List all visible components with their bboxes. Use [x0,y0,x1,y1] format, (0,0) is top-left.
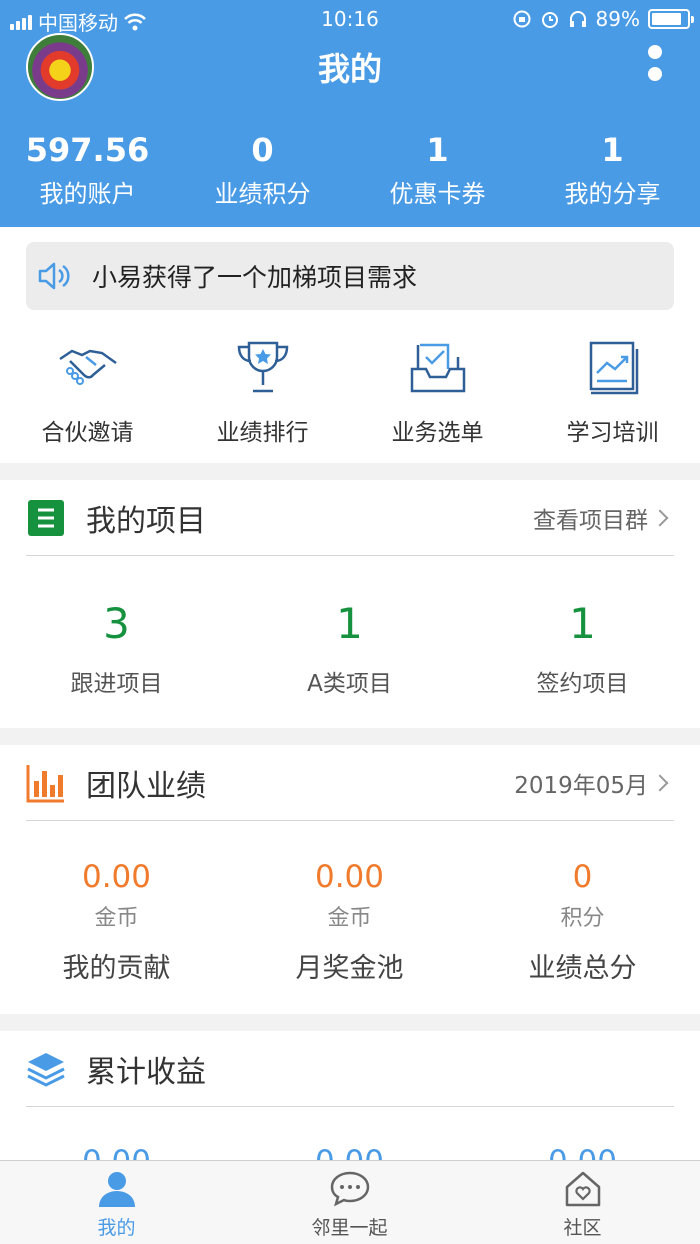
header: 中国移动 10:16 89% 我的 597.56 我的账户 0 业绩积分 1 优… [0,0,700,227]
metric-value: 0.00 [81,859,152,895]
project-count: 1 [569,599,596,648]
action-ranking[interactable]: 业绩排行 [175,335,350,447]
person-icon [98,1172,135,1207]
more-options-icon[interactable] [648,45,664,85]
tab-label: 邻里一起 [311,1217,388,1239]
earning-item: 0.00 [466,1143,699,1161]
quick-actions-card: 小易获得了一个加梯项目需求 合伙邀请 业绩排行 业务选单 学习培训 [0,227,700,463]
notice-text: 小易获得了一个加梯项目需求 [92,263,418,292]
action-label: 学习培训 [566,420,659,446]
project-class-a[interactable]: 1 A类项目 [233,598,466,698]
stat-value: 1 [426,131,449,169]
section-header: 我的项目 查看项目群 [26,480,674,556]
action-label: 业绩排行 [216,420,309,446]
team-bonus-pool: 0.00 金币 月奖金池 [233,858,466,985]
stat-shares[interactable]: 1 我的分享 [525,130,700,209]
handshake-icon [58,349,117,385]
stat-points[interactable]: 0 业绩积分 [175,130,350,209]
headphones-icon [569,11,586,27]
team-contribution: 0.00 金币 我的贡献 [0,858,233,985]
action-label: 合伙邀请 [41,420,134,446]
metric-label: 业绩总分 [528,953,637,984]
section-title: 团队业绩 [86,768,206,804]
earning-item: 0.00 [0,1143,233,1161]
tab-neighbors[interactable]: 邻里一起 [233,1161,466,1244]
earning-value: 0.00 [466,1143,699,1161]
period-text: 2019年05月 [514,772,648,799]
stat-coupons[interactable]: 1 优惠卡券 [350,130,525,209]
earning-item: 0.00 [233,1143,466,1161]
project-count: 3 [103,599,130,648]
notice-bar[interactable]: 小易获得了一个加梯项目需求 [26,242,674,310]
metric-label: 我的贡献 [62,953,171,984]
earning-value: 0.00 [0,1143,233,1161]
project-label: A类项目 [307,671,392,697]
earnings-section: 累计收益 0.00 0.00 0.00 [0,1031,700,1161]
my-projects-section: 我的项目 查看项目群 3 跟进项目 1 A类项目 1 签约项目 [0,480,700,728]
metric-label: 月奖金池 [295,953,404,984]
action-training[interactable]: 学习培训 [525,335,700,447]
chart-book-icon [589,341,638,395]
earning-value: 0.00 [233,1143,466,1161]
battery-icon [648,9,694,29]
chevron-right-icon [651,509,669,526]
chevron-right-icon [651,774,669,791]
account-stats: 597.56 我的账户 0 业绩积分 1 优惠卡券 1 我的分享 [0,130,700,209]
link-text: 查看项目群 [533,507,648,534]
project-label: 签约项目 [536,671,629,697]
section-title: 累计收益 [86,1054,206,1090]
stat-label: 我的账户 [39,180,136,208]
stat-label: 优惠卡券 [389,180,486,208]
chat-bubble-icon [330,1171,369,1207]
section-title: 我的项目 [86,503,206,539]
stat-value: 0 [251,131,274,169]
action-invite[interactable]: 合伙邀请 [0,335,175,447]
period-selector[interactable]: 2019年05月 [514,766,674,800]
project-label: 跟进项目 [70,671,163,697]
alarm-icon [541,12,558,28]
stat-label: 业绩积分 [214,180,311,208]
metric-value: 0 [572,859,593,895]
section-header: 累计收益 [26,1031,674,1107]
bottom-tab-bar: 我的 邻里一起 社区 [0,1160,700,1244]
status-bar: 中国移动 10:16 89% [0,0,700,36]
tab-label: 社区 [563,1217,602,1239]
speaker-icon [38,262,70,290]
bar-chart-icon [26,764,64,802]
project-count: 1 [336,599,363,648]
project-signed[interactable]: 1 签约项目 [466,598,699,698]
stat-value: 1 [601,131,624,169]
section-header: 团队业绩 2019年05月 [26,745,674,821]
metric-unit: 金币 [327,906,372,931]
tab-mine[interactable]: 我的 [0,1161,233,1244]
metric-unit: 积分 [560,906,605,931]
trophy-icon [237,341,288,393]
team-performance-section: 团队业绩 2019年05月 0.00 金币 我的贡献 0.00 金币 月奖金池 … [0,745,700,1014]
layers-icon [27,1052,65,1087]
view-project-group-link[interactable]: 查看项目群 [533,501,674,535]
inbox-check-icon [410,343,465,393]
metric-value: 0.00 [314,859,385,895]
rotation-lock-icon [513,10,531,28]
page-title: 我的 [317,50,382,88]
metric-unit: 金币 [94,906,139,931]
stat-value: 597.56 [25,131,150,169]
list-icon [28,499,64,536]
action-label: 业务选单 [391,420,484,446]
tab-community[interactable]: 社区 [466,1161,699,1244]
battery-percent: 89% [595,7,640,31]
team-total-score: 0 积分 业绩总分 [466,858,699,985]
tab-label: 我的 [97,1217,136,1239]
project-followup[interactable]: 3 跟进项目 [0,598,233,698]
action-business-list[interactable]: 业务选单 [350,335,525,447]
stat-label: 我的分享 [564,180,661,208]
home-heart-icon [565,1171,600,1207]
stat-account[interactable]: 597.56 我的账户 [0,130,175,209]
